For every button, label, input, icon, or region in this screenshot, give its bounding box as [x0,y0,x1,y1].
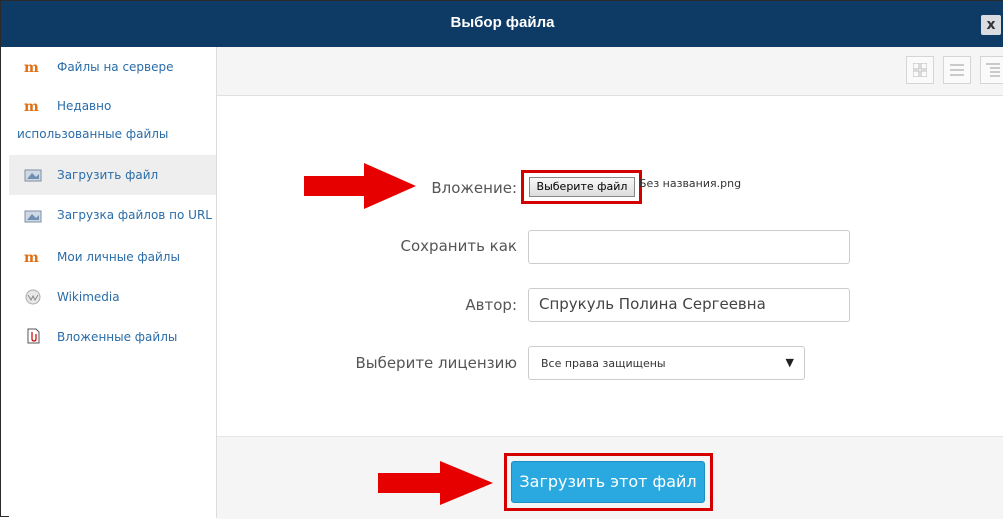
choose-file-button[interactable]: Выберите файл [529,177,635,197]
dialog-title: Выбор файла [450,14,555,31]
view-toolbar [217,47,1003,96]
dialog-titlebar: Выбор файла x [1,1,1003,47]
wikimedia-icon [25,289,41,305]
chevron-down-icon: ▼ [785,356,794,369]
sidebar-item-upload-file[interactable]: Загрузить файл [9,155,216,195]
author-label: Автор: [465,296,517,314]
sidebar-item-label: Мои личные файлы [57,250,180,264]
sidebar-item-label-line1: Недавно [57,99,112,113]
sidebar-item-label: Файлы на сервере [57,60,174,74]
arrow-annotation-attachment [304,163,416,209]
chosen-file-name: Без названия.png [639,177,742,190]
sidebar-item-label: Wikimedia [57,290,120,304]
sidebar-item-wikimedia[interactable]: Wikimedia [9,285,216,311]
sidebar-item-private-files[interactable]: m Мои личные файлы [9,245,216,271]
tree-view-icon [986,63,1000,77]
sidebar-item-label: Загрузка файлов по URL [57,208,212,222]
upload-form-area [217,96,1003,436]
sidebar-item-attached-files[interactable]: Вложенные файлы [9,325,216,351]
save-as-label: Сохранить как [400,237,517,255]
sidebar-item-label-line2: использованные файлы [17,127,169,141]
moodle-icon: m [24,60,39,76]
sidebar-item-server-files[interactable]: m Файлы на сервере [9,55,216,81]
list-view-icon [950,64,964,76]
arrow-annotation-upload [378,461,493,505]
attachment-label: Вложение: [431,179,517,197]
file-picker-dialog: Выбор файла x m Файлы на сервере m Недав… [0,0,1003,519]
url-upload-icon [24,210,42,223]
save-as-input[interactable] [528,230,850,264]
license-label: Выберите лицензию [355,354,517,372]
repository-sidebar: m Файлы на сервере m Недавно использован… [9,47,217,518]
icons-view-icon [913,63,927,77]
sidebar-item-label: Загрузить файл [57,168,159,182]
moodle-icon: m [24,99,39,115]
license-select[interactable]: Все права защищены ▼ [528,346,805,380]
upload-icon [24,169,42,182]
sidebar-item-url-upload[interactable]: Загрузка файлов по URL [9,203,216,229]
author-input[interactable]: Спрукуль Полина Сергеевна [528,288,850,322]
upload-file-button[interactable]: Загрузить этот файл [511,461,705,503]
sidebar-item-recent-files[interactable]: m Недавно использованные файлы [9,97,216,147]
attached-files-icon [27,328,40,344]
close-button[interactable]: x [981,15,1001,35]
view-icons-button[interactable] [906,56,934,84]
sidebar-item-label: Вложенные файлы [57,330,178,344]
view-tree-button[interactable] [980,56,1003,84]
license-select-value: Все права защищены [541,357,666,370]
close-icon: x [986,17,996,33]
moodle-icon: m [24,250,39,266]
view-list-button[interactable] [943,56,971,84]
